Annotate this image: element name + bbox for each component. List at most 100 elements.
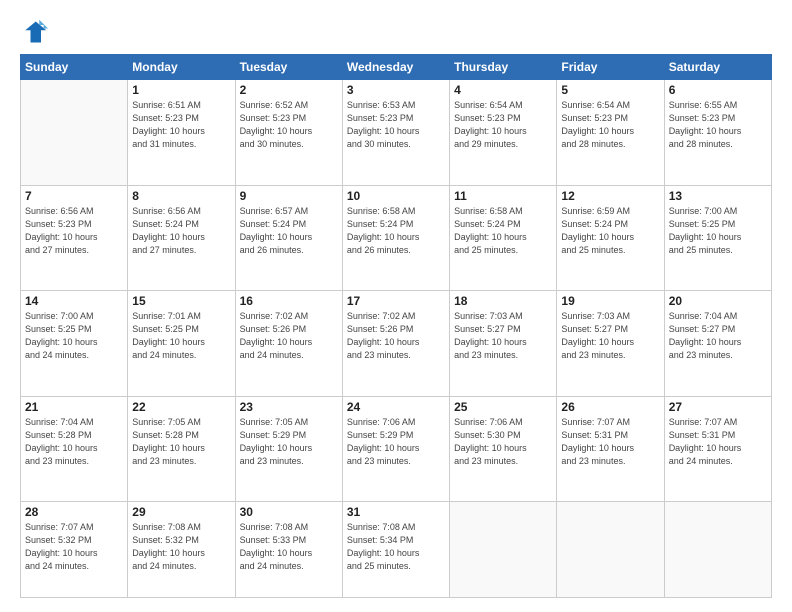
day-number: 9 (240, 189, 338, 203)
calendar-week-1: 7Sunrise: 6:56 AM Sunset: 5:23 PM Daylig… (21, 185, 772, 291)
calendar-cell: 1 Sunrise: 6:51 AM Sunset: 5:23 PM Daylig… (128, 80, 235, 186)
calendar-cell: 20Sunrise: 7:04 AM Sunset: 5:27 PM Dayli… (664, 291, 771, 397)
day-info: Sunrise: 6:53 AM Sunset: 5:23 PM Dayligh… (347, 99, 445, 151)
calendar-cell: 14 Sunrise: 7:00 AM Sunset: 5:25 PM Dayli… (21, 291, 128, 397)
day-number: 31 (347, 505, 445, 519)
calendar-cell: 28 Sunrise: 7:07 AM Sunset: 5:32 PM Dayli… (21, 502, 128, 598)
day-info: Sunrise: 7:03 AM Sunset: 5:27 PM Dayligh… (454, 310, 552, 362)
day-info: Sunrise: 7:08 AM Sunset: 5:33 PM Dayligh… (240, 521, 338, 573)
day-info: Sunrise: 7:02 AM Sunset: 5:26 PM Dayligh… (347, 310, 445, 362)
calendar-cell: 26 Sunrise: 7:07 AM Sunset: 5:31 PM Dayli… (557, 396, 664, 502)
day-info: Sunrise: 7:02 AM Sunset: 5:26 PM Dayligh… (240, 310, 338, 362)
calendar-cell: 7Sunrise: 6:56 AM Sunset: 5:23 PM Daylig… (21, 185, 128, 291)
day-number: 5 (561, 83, 659, 97)
day-number: 11 (454, 189, 552, 203)
day-number: 16 (240, 294, 338, 308)
day-number: 19 (561, 294, 659, 308)
day-number: 6 (669, 83, 767, 97)
day-number: 27 (669, 400, 767, 414)
day-info: Sunrise: 6:51 AM Sunset: 5:23 PM Dayligh… (132, 99, 230, 151)
day-info: Sunrise: 6:58 AM Sunset: 5:24 PM Dayligh… (347, 205, 445, 257)
day-info: Sunrise: 7:05 AM Sunset: 5:29 PM Dayligh… (240, 416, 338, 468)
day-info: Sunrise: 7:01 AM Sunset: 5:25 PM Dayligh… (132, 310, 230, 362)
calendar-cell: 22Sunrise: 7:05 AM Sunset: 5:28 PM Dayli… (128, 396, 235, 502)
calendar-table: SundayMondayTuesdayWednesdayThursdayFrid… (20, 54, 772, 598)
day-info: Sunrise: 7:05 AM Sunset: 5:28 PM Dayligh… (132, 416, 230, 468)
calendar-cell: 13 Sunrise: 7:00 AM Sunset: 5:25 PM Dayli… (664, 185, 771, 291)
calendar-header-row: SundayMondayTuesdayWednesdayThursdayFrid… (21, 55, 772, 80)
day-number: 17 (347, 294, 445, 308)
calendar-cell: 24 Sunrise: 7:06 AM Sunset: 5:29 PM Dayli… (342, 396, 449, 502)
day-info: Sunrise: 7:00 AM Sunset: 5:25 PM Dayligh… (669, 205, 767, 257)
calendar-cell: 5 Sunrise: 6:54 AM Sunset: 5:23 PM Daylig… (557, 80, 664, 186)
day-info: Sunrise: 7:06 AM Sunset: 5:29 PM Dayligh… (347, 416, 445, 468)
day-number: 12 (561, 189, 659, 203)
day-number: 23 (240, 400, 338, 414)
day-number: 3 (347, 83, 445, 97)
calendar-cell: 18Sunrise: 7:03 AM Sunset: 5:27 PM Dayli… (450, 291, 557, 397)
calendar-week-3: 21Sunrise: 7:04 AM Sunset: 5:28 PM Dayli… (21, 396, 772, 502)
calendar-cell (664, 502, 771, 598)
calendar-cell (557, 502, 664, 598)
day-number: 8 (132, 189, 230, 203)
day-info: Sunrise: 6:55 AM Sunset: 5:23 PM Dayligh… (669, 99, 767, 151)
calendar-week-2: 14 Sunrise: 7:00 AM Sunset: 5:25 PM Dayli… (21, 291, 772, 397)
day-info: Sunrise: 7:06 AM Sunset: 5:30 PM Dayligh… (454, 416, 552, 468)
calendar-cell: 12 Sunrise: 6:59 AM Sunset: 5:24 PM Dayli… (557, 185, 664, 291)
calendar-cell (450, 502, 557, 598)
calendar-cell: 21Sunrise: 7:04 AM Sunset: 5:28 PM Dayli… (21, 396, 128, 502)
col-header-wednesday: Wednesday (342, 55, 449, 80)
calendar-cell: 9 Sunrise: 6:57 AM Sunset: 5:24 PM Daylig… (235, 185, 342, 291)
logo (20, 18, 52, 46)
col-header-saturday: Saturday (664, 55, 771, 80)
day-number: 14 (25, 294, 123, 308)
day-info: Sunrise: 7:07 AM Sunset: 5:32 PM Dayligh… (25, 521, 123, 573)
calendar-cell (21, 80, 128, 186)
day-number: 20 (669, 294, 767, 308)
day-info: Sunrise: 6:59 AM Sunset: 5:24 PM Dayligh… (561, 205, 659, 257)
calendar-cell: 11 Sunrise: 6:58 AM Sunset: 5:24 PM Dayli… (450, 185, 557, 291)
calendar-cell: 29 Sunrise: 7:08 AM Sunset: 5:32 PM Dayli… (128, 502, 235, 598)
day-number: 25 (454, 400, 552, 414)
day-info: Sunrise: 7:08 AM Sunset: 5:32 PM Dayligh… (132, 521, 230, 573)
page: SundayMondayTuesdayWednesdayThursdayFrid… (0, 0, 792, 612)
day-info: Sunrise: 6:56 AM Sunset: 5:23 PM Dayligh… (25, 205, 123, 257)
day-number: 29 (132, 505, 230, 519)
calendar-cell: 16 Sunrise: 7:02 AM Sunset: 5:26 PM Dayli… (235, 291, 342, 397)
calendar-cell: 27 Sunrise: 7:07 AM Sunset: 5:31 PM Dayli… (664, 396, 771, 502)
day-number: 24 (347, 400, 445, 414)
day-number: 21 (25, 400, 123, 414)
day-number: 26 (561, 400, 659, 414)
day-info: Sunrise: 7:08 AM Sunset: 5:34 PM Dayligh… (347, 521, 445, 573)
calendar-cell: 8 Sunrise: 6:56 AM Sunset: 5:24 PM Daylig… (128, 185, 235, 291)
col-header-tuesday: Tuesday (235, 55, 342, 80)
calendar-cell: 4Sunrise: 6:54 AM Sunset: 5:23 PM Daylig… (450, 80, 557, 186)
logo-icon (20, 18, 48, 46)
calendar-cell: 30Sunrise: 7:08 AM Sunset: 5:33 PM Dayli… (235, 502, 342, 598)
calendar-cell: 10 Sunrise: 6:58 AM Sunset: 5:24 PM Dayli… (342, 185, 449, 291)
col-header-friday: Friday (557, 55, 664, 80)
day-number: 13 (669, 189, 767, 203)
day-number: 28 (25, 505, 123, 519)
day-info: Sunrise: 6:54 AM Sunset: 5:23 PM Dayligh… (561, 99, 659, 151)
day-info: Sunrise: 7:07 AM Sunset: 5:31 PM Dayligh… (561, 416, 659, 468)
day-info: Sunrise: 6:57 AM Sunset: 5:24 PM Dayligh… (240, 205, 338, 257)
day-info: Sunrise: 7:07 AM Sunset: 5:31 PM Dayligh… (669, 416, 767, 468)
col-header-thursday: Thursday (450, 55, 557, 80)
day-info: Sunrise: 6:52 AM Sunset: 5:23 PM Dayligh… (240, 99, 338, 151)
col-header-sunday: Sunday (21, 55, 128, 80)
day-number: 15 (132, 294, 230, 308)
calendar-cell: 3 Sunrise: 6:53 AM Sunset: 5:23 PM Daylig… (342, 80, 449, 186)
day-info: Sunrise: 6:56 AM Sunset: 5:24 PM Dayligh… (132, 205, 230, 257)
calendar-cell: 19Sunrise: 7:03 AM Sunset: 5:27 PM Dayli… (557, 291, 664, 397)
calendar-cell: 23 Sunrise: 7:05 AM Sunset: 5:29 PM Dayli… (235, 396, 342, 502)
day-number: 10 (347, 189, 445, 203)
day-info: Sunrise: 6:58 AM Sunset: 5:24 PM Dayligh… (454, 205, 552, 257)
day-info: Sunrise: 7:00 AM Sunset: 5:25 PM Dayligh… (25, 310, 123, 362)
day-info: Sunrise: 6:54 AM Sunset: 5:23 PM Dayligh… (454, 99, 552, 151)
calendar-cell: 2Sunrise: 6:52 AM Sunset: 5:23 PM Daylig… (235, 80, 342, 186)
calendar-week-4: 28 Sunrise: 7:07 AM Sunset: 5:32 PM Dayli… (21, 502, 772, 598)
col-header-monday: Monday (128, 55, 235, 80)
day-number: 1 (132, 83, 230, 97)
header (20, 18, 772, 46)
